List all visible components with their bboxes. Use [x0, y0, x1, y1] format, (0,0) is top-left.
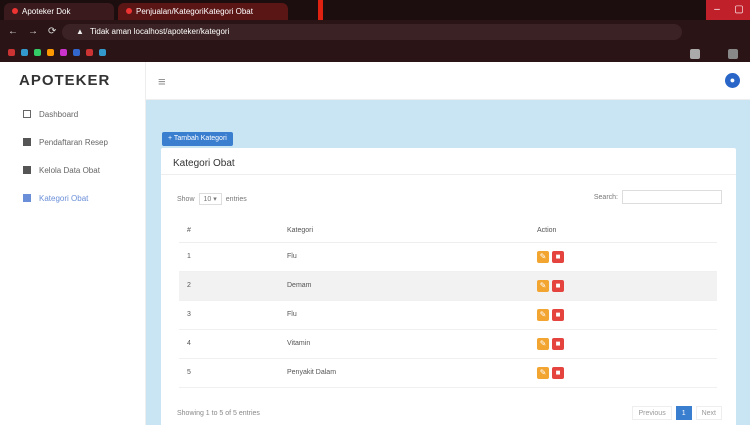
bookmarks-bar — [0, 44, 750, 60]
column-header-action[interactable]: Action — [529, 220, 717, 243]
delete-icon[interactable]: ■ — [552, 250, 564, 263]
tab-bar: Apoteker Dok Penjualan/KategoriKategori … — [0, 0, 750, 20]
cell-no: 5 — [179, 358, 279, 388]
bookmark-icon — [73, 48, 80, 56]
sidebar-item-kelola-data-obat[interactable]: Kelola Data Obat — [0, 156, 145, 184]
sidebar-item-pendaftaran-resep[interactable]: Pendaftaran Resep — [0, 128, 145, 156]
window-controls: – ▢ — [706, 0, 750, 20]
main-content: + Tambah Kategori Kategori Obat Show 10 … — [146, 100, 750, 438]
entries-length-control: Show 10 ▾ entries — [177, 193, 247, 205]
sidebar-item-label: Dashboard — [39, 109, 79, 119]
bookmark-icon — [60, 48, 67, 56]
url-warning: Tidak aman — [90, 27, 132, 36]
entries-label: entries — [225, 195, 247, 203]
delete-icon[interactable]: ■ — [552, 279, 564, 292]
minimize-icon[interactable]: – — [706, 0, 728, 20]
bookmark-icon — [47, 48, 54, 56]
table-row: 1 Flu ✎ ■ — [179, 242, 717, 272]
bookmark-item[interactable] — [73, 48, 80, 56]
hamburger-menu-icon[interactable]: ≡ — [158, 74, 166, 89]
edit-icon[interactable]: ✎ — [537, 308, 549, 321]
browser-chrome: Apoteker Dok Penjualan/KategoriKategori … — [0, 0, 750, 62]
file-icon — [23, 138, 31, 146]
bookmark-icon — [86, 48, 93, 56]
show-label: Show — [177, 195, 195, 203]
pagination-page[interactable]: 1 — [675, 406, 692, 420]
delete-icon[interactable]: ■ — [552, 366, 564, 379]
tab-title: Apoteker Dok — [22, 7, 71, 16]
bookmark-item[interactable] — [99, 48, 106, 56]
pagination-previous[interactable]: Previous — [632, 406, 672, 420]
cell-no: 2 — [179, 271, 279, 301]
search-input[interactable] — [622, 190, 722, 204]
table-row: 4 Vitamin ✎ ■ — [179, 329, 717, 359]
cell-no: 3 — [179, 300, 279, 330]
table-row: 3 Flu ✎ ■ — [179, 300, 717, 330]
table-icon — [23, 166, 31, 174]
top-navbar: ≡ ● — [146, 62, 750, 100]
bookmark-icon — [99, 48, 106, 56]
cell-no: 4 — [179, 329, 279, 359]
card-title: Kategori Obat — [173, 158, 235, 169]
column-header-no[interactable]: # — [179, 220, 279, 243]
cell-kategori: Vitamin — [279, 329, 529, 359]
edit-icon[interactable]: ✎ — [537, 366, 549, 379]
table-icon — [23, 194, 31, 202]
cell-kategori: Penyakit Dalam — [279, 358, 529, 388]
table-row: 2 Demam ✎ ■ — [179, 271, 717, 301]
table-info: Showing 1 to 5 of 5 entries — [177, 410, 260, 417]
category-table: # Kategori Action 1 Flu ✎ ■ 2 Demam ✎ ■ 3 — [179, 220, 717, 388]
edit-icon[interactable]: ✎ — [537, 279, 549, 292]
favicon-icon — [12, 8, 18, 14]
browser-tab-2[interactable]: Penjualan/KategoriKategori Obat — [118, 3, 288, 20]
table-row: 5 Penyakit Dalam ✎ ■ — [179, 358, 717, 388]
cell-kategori: Flu — [279, 242, 529, 272]
browser-tab-1[interactable]: Apoteker Dok — [4, 3, 114, 20]
pagination: Previous 1 Next — [632, 406, 722, 420]
pagination-next[interactable]: Next — [695, 406, 722, 420]
bookmark-item[interactable] — [86, 48, 93, 56]
bookmark-item[interactable] — [21, 48, 28, 56]
nav-arrows-icon[interactable]: ←→⟳ — [8, 26, 66, 37]
sidebar-item-label: Kategori Obat — [39, 193, 89, 203]
delete-icon[interactable]: ■ — [552, 308, 564, 321]
sidebar-item-dashboard[interactable]: Dashboard — [0, 100, 145, 128]
table-search: Search: — [594, 190, 722, 204]
bookmark-icon — [34, 48, 41, 56]
bookmark-item[interactable] — [60, 48, 67, 56]
sidebar-item-kategori-obat[interactable]: Kategori Obat — [0, 184, 145, 212]
edit-icon[interactable]: ✎ — [537, 250, 549, 263]
table-header: # Kategori Action — [179, 220, 717, 243]
sidebar-item-label: Kelola Data Obat — [39, 165, 100, 175]
favicon-icon — [126, 8, 132, 14]
brand-logo[interactable]: APOTEKER — [0, 62, 145, 100]
bookmark-item[interactable] — [8, 48, 15, 56]
sidebar: APOTEKER Dashboard Pendaftaran Resep Kel… — [0, 62, 146, 425]
sidebar-item-label: Pendaftaran Resep — [39, 137, 108, 147]
address-row: ←→⟳ ▲ Tidak aman localhost/apoteker/kate… — [0, 22, 750, 59]
edit-icon[interactable]: ✎ — [537, 337, 549, 350]
maximize-icon[interactable]: ▢ — [728, 0, 750, 20]
tab-indicator — [318, 0, 323, 20]
delete-icon[interactable]: ■ — [552, 337, 564, 350]
search-label: Search: — [593, 193, 618, 201]
cell-kategori: Flu — [279, 300, 529, 330]
address-bar[interactable]: ▲ Tidak aman localhost/apoteker/kategori — [62, 24, 682, 40]
entries-select[interactable]: 10 ▾ — [198, 193, 222, 205]
tab-title: Penjualan/KategoriKategori Obat — [136, 7, 253, 16]
column-header-kategori[interactable]: Kategori — [279, 220, 529, 243]
url-text: localhost/apoteker/kategori — [133, 27, 230, 36]
bookmark-item[interactable] — [47, 48, 54, 56]
cell-kategori: Demam — [279, 271, 529, 301]
category-card: Kategori Obat Show 10 ▾ entries Search: … — [161, 148, 736, 438]
bookmark-icon — [21, 48, 28, 56]
warning-icon: ▲ — [76, 27, 84, 36]
bookmark-icon — [8, 48, 15, 56]
bookmark-item[interactable] — [34, 48, 41, 56]
user-icon[interactable]: ● — [725, 73, 740, 88]
add-category-button[interactable]: + Tambah Kategori — [162, 132, 233, 146]
divider — [161, 174, 736, 175]
monitor-icon — [23, 110, 31, 118]
cell-no: 1 — [179, 242, 279, 272]
